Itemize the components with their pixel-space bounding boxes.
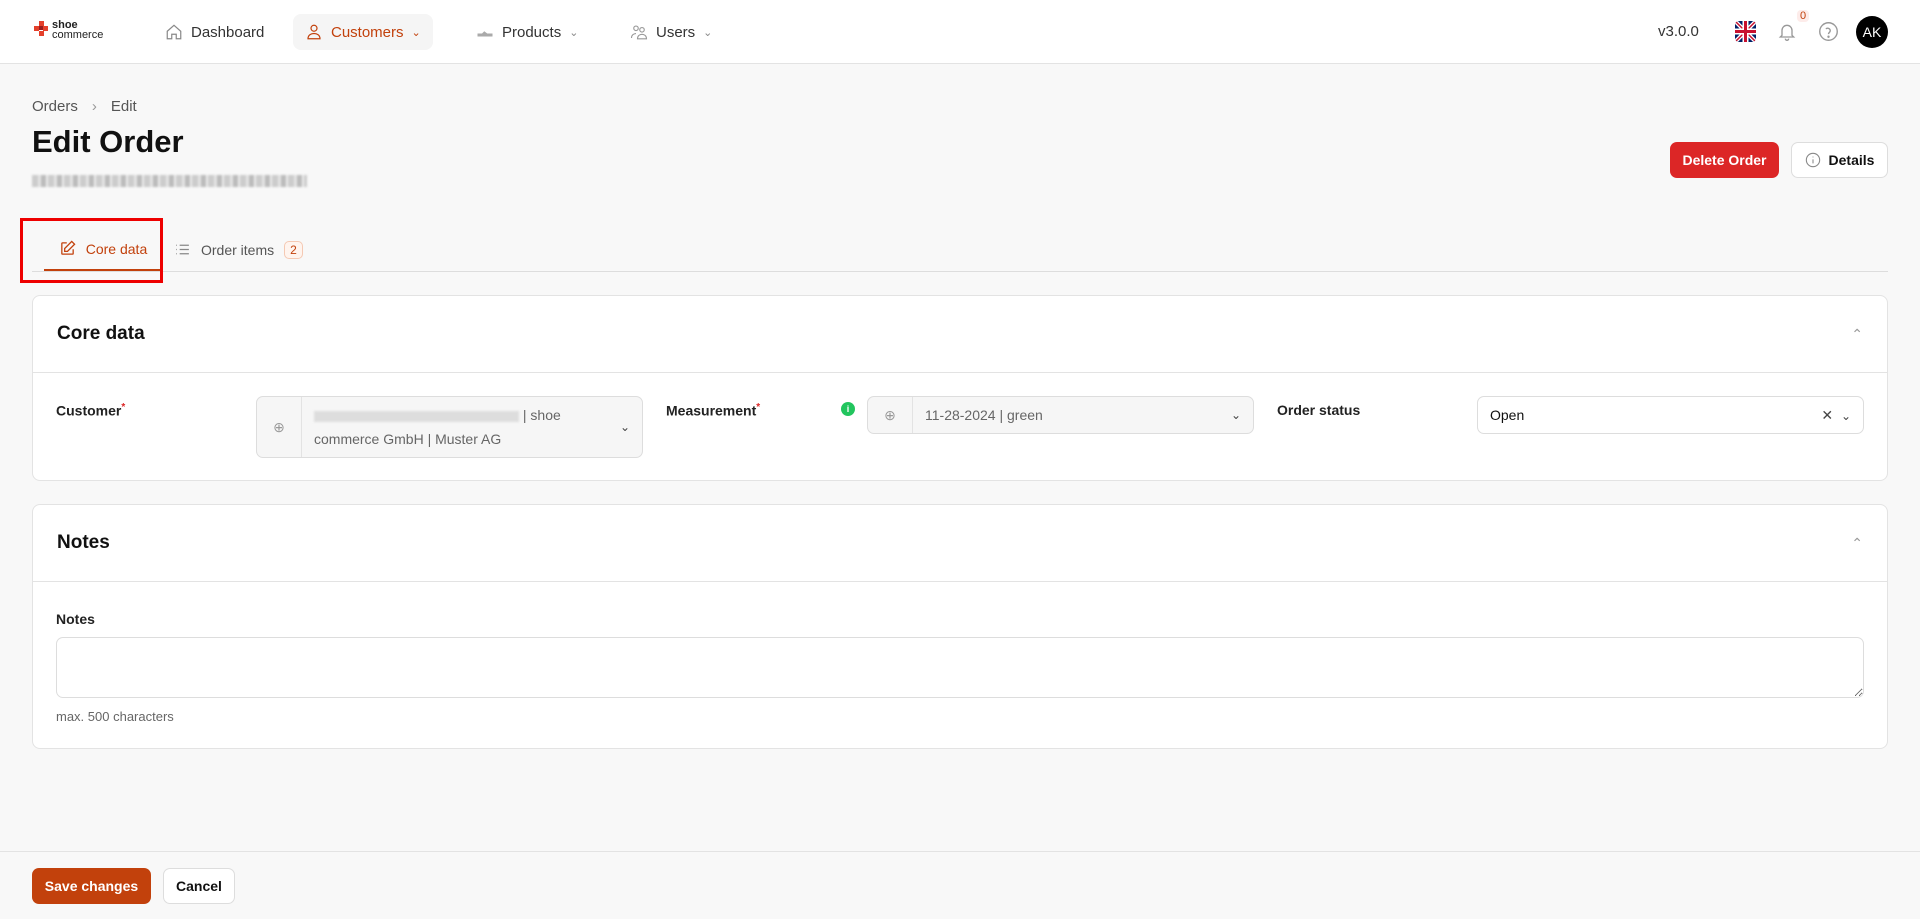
save-changes-button[interactable]: Save changes	[32, 868, 151, 904]
nav-users[interactable]: Users ⌄	[618, 14, 724, 50]
logo-icon	[34, 21, 48, 36]
tab-bar: Core data Order items 2	[32, 228, 1888, 272]
page-title: Edit Order	[32, 124, 184, 159]
list-icon	[176, 244, 189, 255]
chevron-down-icon: ⌄	[569, 26, 579, 39]
customer-id-redacted	[314, 410, 519, 422]
tab-label: Core data	[85, 240, 148, 257]
nav-label: Products	[502, 23, 562, 41]
zoom-in-icon: ⊕	[868, 397, 913, 433]
notification-count: 0	[1797, 10, 1810, 22]
nav-label: Users	[656, 23, 696, 41]
notes-card: Notes ⌃	[32, 504, 1888, 749]
info-icon	[1805, 152, 1820, 168]
order-id-redacted	[32, 175, 307, 187]
chevron-down-icon: ⌄	[1840, 408, 1851, 423]
uk-flag-icon[interactable]	[1735, 21, 1756, 42]
logo[interactable]: shoe commerce	[34, 20, 104, 41]
chevron-up-icon[interactable]: ⌃	[1851, 326, 1863, 343]
customer-select[interactable]: ⊕ | shoe commerce GmbH | Muster AG ⌄	[256, 396, 643, 458]
version-label: v3.0.0	[1658, 23, 1699, 40]
measurement-select[interactable]: ⊕ 11-28-2024 | green ⌄	[867, 396, 1254, 434]
clear-icon[interactable]: ✕	[1821, 407, 1833, 423]
breadcrumb-edit: Edit	[110, 98, 137, 115]
home-icon	[166, 24, 182, 40]
nav-dashboard[interactable]: Dashboard	[153, 14, 276, 50]
breadcrumb: Orders › Edit	[32, 98, 137, 115]
chevron-down-icon: ⌄	[703, 26, 713, 39]
shoe-icon	[477, 31, 493, 37]
customer-label: Customer*	[56, 402, 126, 419]
nav-customers[interactable]: Customers ⌄	[293, 14, 433, 50]
notes-hint: max. 500 characters	[56, 709, 174, 724]
zoom-in-icon: ⊕	[257, 397, 302, 457]
user-icon	[307, 24, 321, 40]
measurement-label: Measurement*	[666, 402, 761, 419]
chevron-down-icon: ⌄	[1230, 408, 1242, 422]
chevron-up-icon[interactable]: ⌃	[1851, 535, 1863, 552]
nav-label: Dashboard	[191, 23, 265, 41]
nav-products[interactable]: Products ⌄	[464, 14, 590, 50]
nav-label: Customers	[331, 23, 404, 41]
footer-bar	[0, 851, 1920, 919]
cancel-button[interactable]: Cancel	[163, 868, 235, 904]
logo-text-bottom: commerce	[52, 29, 104, 41]
bell-icon[interactable]	[1777, 21, 1797, 43]
order-status-label: Order status	[1277, 402, 1361, 418]
edit-icon	[60, 240, 76, 255]
delete-order-button[interactable]: Delete Order	[1670, 142, 1779, 178]
details-label: Details	[1828, 152, 1875, 168]
chevron-down-icon: ⌄	[619, 420, 631, 434]
breadcrumb-orders[interactable]: Orders	[32, 98, 78, 115]
chevron-right-icon: ›	[91, 98, 97, 115]
details-button[interactable]: Details	[1791, 142, 1888, 178]
avatar[interactable]: AK	[1856, 16, 1888, 48]
users-icon	[630, 25, 648, 40]
order-items-count: 2	[284, 240, 303, 259]
section-title: Notes	[57, 532, 110, 553]
notes-label: Notes	[56, 611, 95, 627]
notes-textarea[interactable]	[56, 637, 1864, 698]
section-title: Core data	[57, 323, 145, 344]
top-header: shoe commerce Dashboard Customers ⌄ Produc…	[0, 0, 1920, 64]
tab-core-data[interactable]: Core data	[44, 228, 162, 271]
tab-order-items[interactable]: Order items 2	[174, 228, 303, 271]
help-icon[interactable]	[1818, 21, 1839, 42]
chevron-down-icon: ⌄	[411, 26, 421, 39]
measurement-value: 11-28-2024 | green	[925, 407, 1043, 423]
tab-label: Order items	[201, 241, 275, 258]
order-status-value: Open	[1490, 407, 1525, 423]
order-status-select[interactable]: Open ✕ ⌄	[1477, 396, 1864, 434]
info-icon[interactable]: i	[841, 402, 855, 416]
